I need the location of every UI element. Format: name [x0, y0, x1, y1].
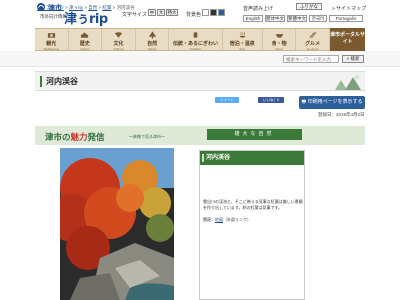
portal-site-button[interactable]: 津市ポータルサイト	[330, 28, 365, 51]
site-subtitle: 市外向け情報	[40, 14, 67, 19]
text-size-medium-button[interactable]: 中	[148, 9, 156, 16]
external-link-note: （外部リンク）	[223, 217, 251, 222]
breadcrumb-bar	[0, 51, 400, 67]
nav-item-stay[interactable]: 宿泊・温泉 Stay	[223, 29, 263, 51]
nav-label: グルメ	[305, 41, 321, 47]
furigana-button[interactable]: ふりがな	[296, 3, 322, 10]
map-link[interactable]: 地図	[215, 217, 223, 222]
print-label: 印刷用ページを表示する	[307, 99, 363, 105]
autumn-gorge-image	[60, 148, 174, 300]
nav-label: 歴史	[79, 41, 90, 47]
search-button-label: 検索	[350, 56, 360, 61]
bowl-icon	[275, 34, 283, 38]
onsen-icon	[239, 32, 245, 38]
voice-reading-link[interactable]: 音声読み上げ	[243, 5, 273, 12]
printer-icon: 🖶	[301, 99, 307, 105]
nav-label: 食・物	[271, 41, 287, 47]
description-box: 河内渓谷 雲出川の渓流と、そこに映える見事な紅葉は美しい景観を作り出しています。…	[199, 150, 305, 300]
text-size-large-button[interactable]: 大	[157, 9, 165, 16]
gorge-photo	[60, 148, 174, 300]
nav-item-food[interactable]: 食・物 Food	[263, 29, 297, 51]
castle-icon	[81, 32, 89, 38]
feature-panel: 津市の魅力発信 〜映像で見る津市〜 雄大な自然 河内渓谷 雲出川の渓流と、そこに…	[35, 126, 365, 300]
search-input[interactable]	[283, 55, 339, 63]
text-size-label: 文字サイズ	[122, 12, 147, 18]
nav-item-history[interactable]: 歴史 History	[69, 29, 103, 51]
feature-header: 津市の魅力発信 〜映像で見る津市〜 雄大な自然	[35, 126, 365, 145]
lang-english-button[interactable]: English	[243, 15, 263, 22]
color-blue-button[interactable]	[218, 9, 225, 16]
color-label: 背景色	[186, 12, 202, 18]
breadcrumb-link[interactable]: 自然	[88, 5, 97, 10]
page-title-bar: 河内渓谷	[35, 71, 365, 91]
feature-heading: 津市の魅力発信	[45, 131, 105, 143]
search-icon: ⌕	[346, 56, 350, 61]
lang-traditional-chinese-button[interactable]: 繁體中文	[287, 15, 307, 22]
breadcrumb-link[interactable]: トップページ	[37, 5, 64, 10]
section-label: 雄大な自然	[207, 129, 302, 140]
breadcrumb-link[interactable]: 津ぅrip	[69, 5, 83, 10]
item-description: 雲出川の渓流と、そこに映える見事な紅葉は美しい景観を作り出しています。秋の紅葉は…	[203, 199, 303, 210]
nav-item-culture[interactable]: 文化 Culture	[102, 29, 136, 51]
camera-icon	[47, 33, 55, 38]
fan-icon	[114, 32, 123, 38]
nav-label: 伝統・あるにぎわい	[173, 41, 219, 47]
related-link-row: 関連：地図（外部リンク）	[203, 217, 251, 223]
chopsticks-icon	[309, 32, 317, 38]
page-title: 河内渓谷	[46, 77, 78, 86]
main-nav: 観光 Sightseeing 歴史 History 文化 Culture 自然 …	[35, 28, 330, 51]
lang-korean-button[interactable]: 한국어	[309, 15, 327, 22]
scenery-decoration-icon	[335, 74, 361, 90]
nav-label: 観光	[46, 41, 57, 47]
text-size-xlarge-button[interactable]: 特大	[166, 9, 178, 16]
lang-simplified-chinese-button[interactable]: 簡体中文	[265, 15, 285, 22]
registration-date: 登録日：2019年4月2日	[318, 112, 365, 117]
nav-label: 自然	[147, 41, 158, 47]
tweet-button[interactable]: ツイート	[215, 97, 239, 103]
breadcrumb-current: 河内渓谷	[116, 5, 135, 10]
color-white-button[interactable]	[202, 9, 209, 16]
color-black-button[interactable]	[210, 9, 217, 16]
feature-subheading: 〜映像で見る津市〜	[129, 134, 165, 139]
breadcrumb-link[interactable]: 紅葉	[102, 5, 111, 10]
lantern-icon	[193, 32, 198, 38]
facebook-like-button[interactable]: いいね！0	[258, 97, 284, 103]
feature-heading-accent: 魅力	[70, 133, 88, 143]
print-page-button[interactable]: 🖶 印刷用ページを表示する	[299, 96, 365, 109]
item-title: 河内渓谷	[200, 151, 304, 165]
nav-item-nature[interactable]: 自然 Nature	[136, 29, 170, 51]
page: 津市 市外向け情報 津ぅrip 文字サイズ 中 大 特大 背景色 音声読み上げ …	[0, 0, 400, 300]
nav-item-sightseeing[interactable]: 観光 Sightseeing	[35, 29, 69, 51]
tree-icon	[148, 31, 156, 39]
title-marker	[40, 76, 42, 87]
feature-heading-prefix: 津市の	[45, 133, 71, 143]
nav-label: 文化	[113, 41, 124, 47]
search-button[interactable]: ⌕ 検索	[342, 55, 364, 63]
nav-item-gourmet[interactable]: グルメ Gourmet	[296, 29, 330, 51]
sitemap-link[interactable]: » サイトマップ	[332, 5, 366, 12]
nav-label: 宿泊・温泉	[229, 41, 255, 47]
lang-portuguese-button[interactable]: Português	[329, 15, 363, 22]
nav-item-tradition[interactable]: 伝統・あるにぎわい Tradition	[169, 29, 223, 51]
related-prefix: 関連：	[203, 217, 215, 222]
breadcrumb: トップページ > 津ぅrip > 自然 > 紅葉 > 河内渓谷	[37, 5, 135, 10]
feature-heading-suffix: 発信	[87, 133, 105, 143]
